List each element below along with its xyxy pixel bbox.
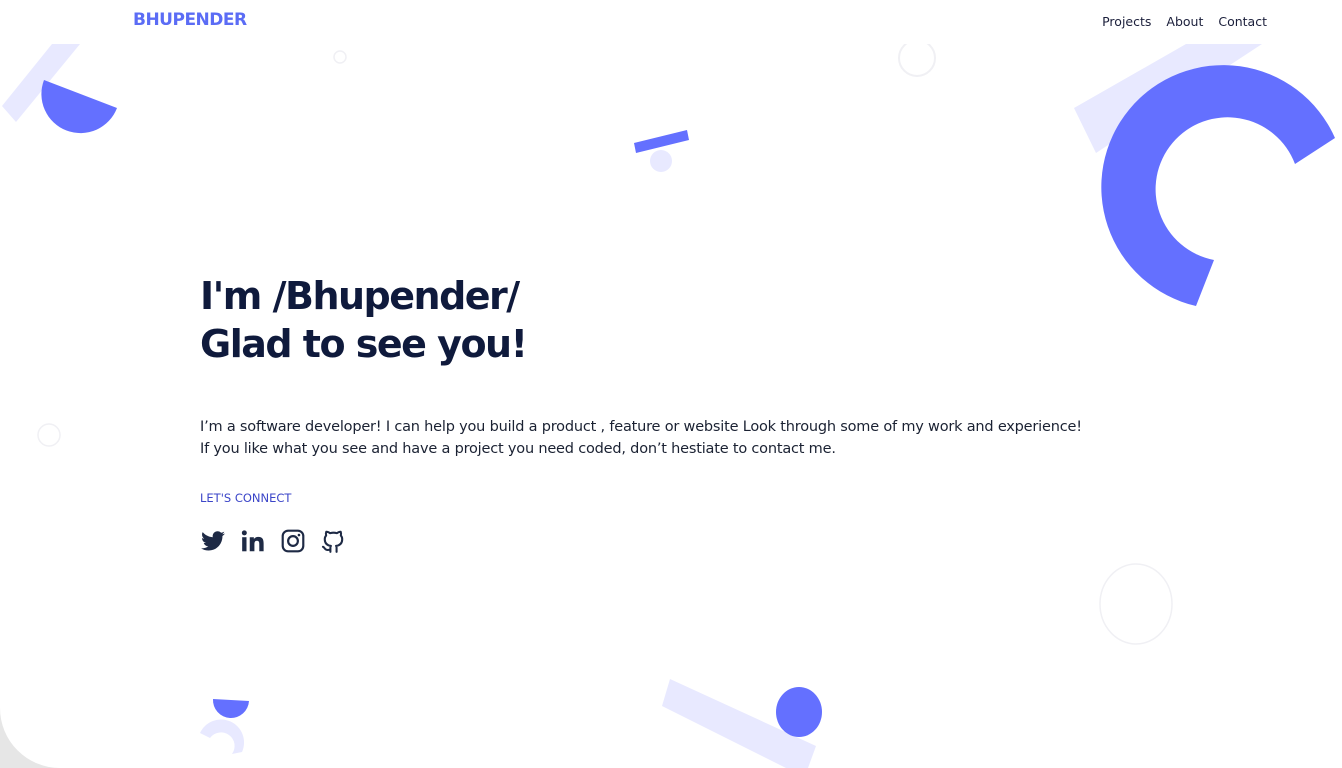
twitter-link[interactable]: [200, 528, 226, 554]
social-links: [200, 528, 346, 554]
hero-heading: I'm /Bhupender/ Glad to see you!: [200, 272, 528, 368]
hero-heading-line1: I'm /Bhupender/: [200, 274, 520, 318]
intro-text: I’m a software developer! I can help you…: [200, 416, 1220, 460]
top-navbar: BHUPENDER Projects About Contact: [0, 0, 1342, 44]
github-icon: [321, 530, 344, 553]
page: BHUPENDER Projects About Contact I'm /Bh…: [0, 0, 1342, 768]
deco-bar-topright: [1074, 44, 1262, 153]
intro-line1: I’m a software developer! I can help you…: [200, 419, 1082, 435]
nav-link-contact[interactable]: Contact: [1218, 14, 1267, 29]
twitter-icon: [201, 531, 225, 551]
linkedin-link[interactable]: [240, 528, 266, 554]
github-link[interactable]: [320, 528, 346, 554]
brand-logo[interactable]: BHUPENDER: [133, 10, 247, 30]
deco-arc-bottom: [200, 719, 245, 754]
hero-heading-line2: Glad to see you!: [200, 322, 528, 366]
background-shapes: [2, 39, 1335, 768]
deco-ring-1: [333, 50, 347, 64]
deco-halfcircle-bottom: [212, 699, 249, 719]
linkedin-icon: [241, 530, 264, 552]
deco-ring-3: [37, 423, 61, 447]
deco-bar-topleft: [2, 44, 80, 122]
deco-ring-4: [1099, 563, 1173, 645]
deco-small-dot: [650, 150, 672, 172]
nav-menu: Projects About Contact: [1102, 14, 1267, 29]
hero-section: I'm /Bhupender/ Glad to see you!: [200, 272, 528, 368]
deco-bar-bottom: [662, 679, 816, 768]
instagram-icon: [281, 529, 305, 553]
deco-dot-bottom: [776, 687, 822, 737]
deco-big-arc: [1101, 65, 1335, 306]
deco-ring-2: [898, 39, 936, 77]
connect-label: LET'S CONNECT: [200, 491, 292, 505]
nav-link-projects[interactable]: Projects: [1102, 14, 1151, 29]
intro-line2: If you like what you see and have a proj…: [200, 441, 836, 457]
nav-link-about[interactable]: About: [1166, 14, 1203, 29]
deco-halfcircle-topleft: [41, 80, 117, 134]
deco-small-bar: [634, 130, 689, 153]
instagram-link[interactable]: [280, 528, 306, 554]
